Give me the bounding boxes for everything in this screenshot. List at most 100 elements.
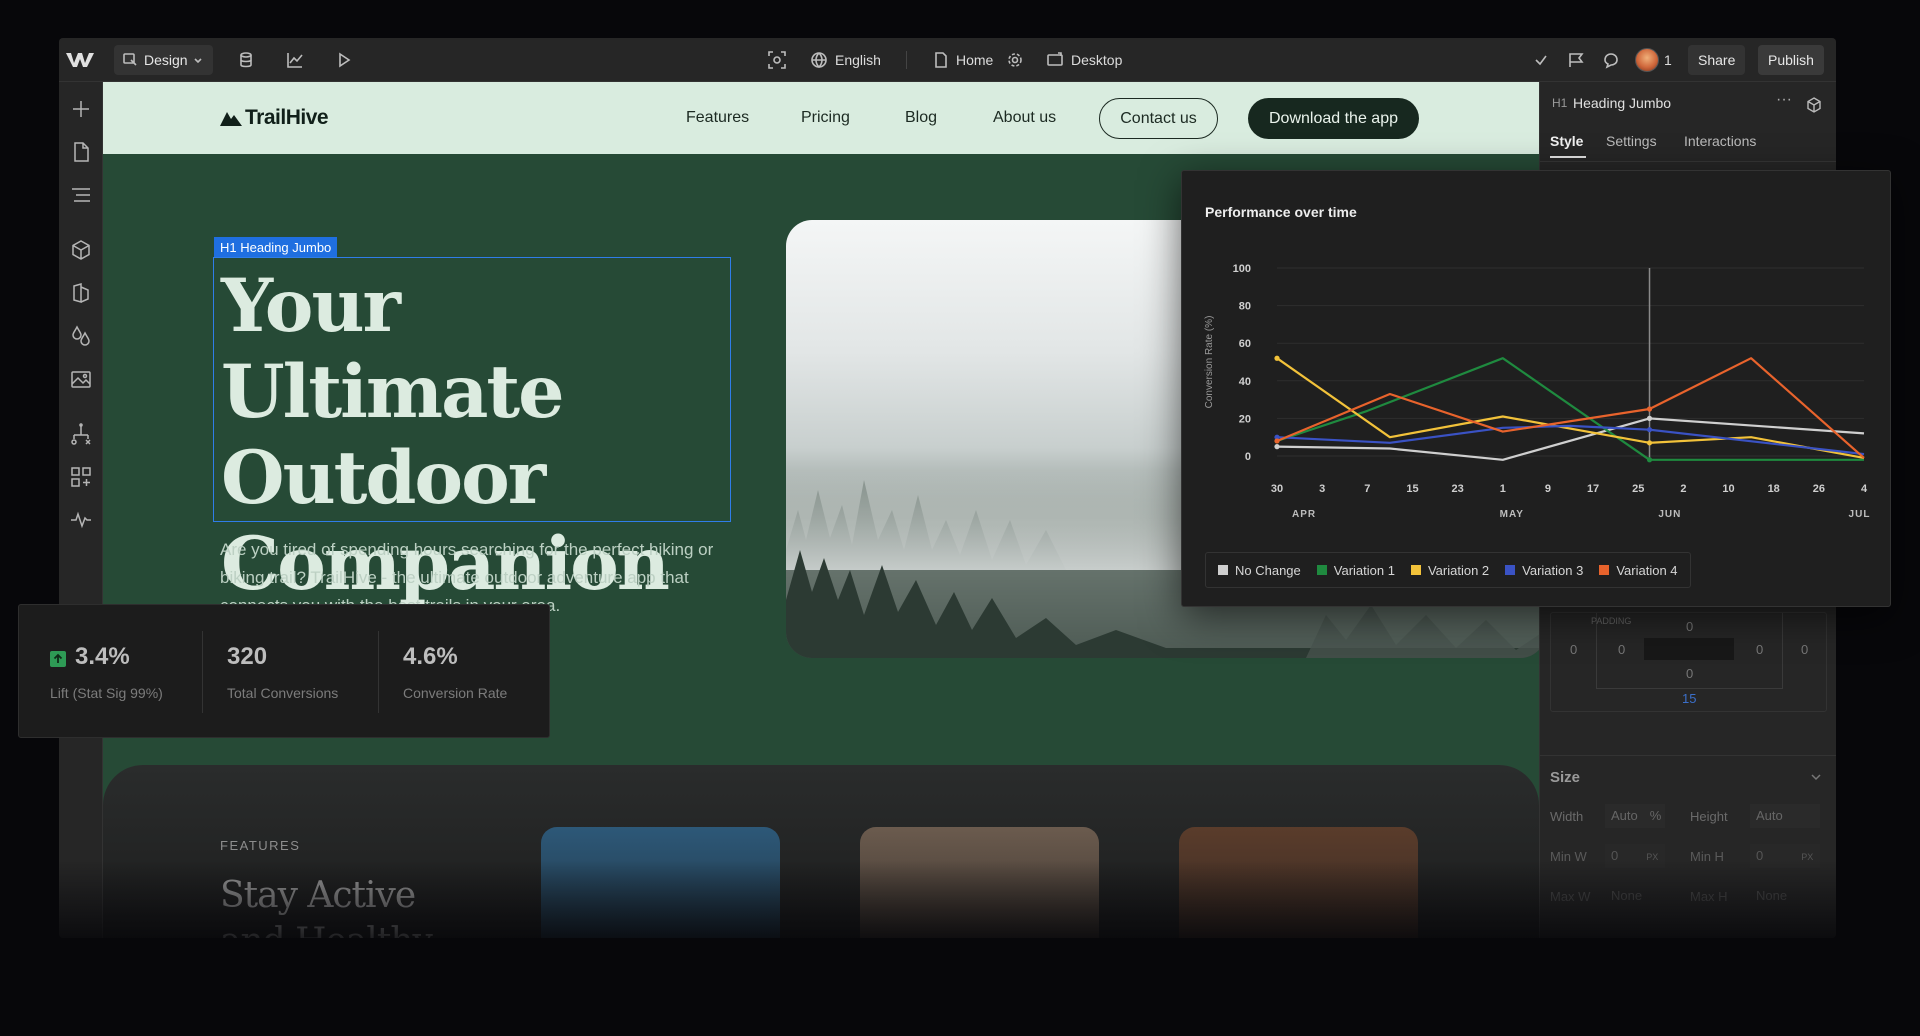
style-selectors-button[interactable] — [69, 281, 93, 305]
margin-bottom-value[interactable]: 15 — [1682, 691, 1696, 706]
legend-item[interactable]: Variation 1 — [1316, 563, 1395, 578]
breakpoint-switcher[interactable]: Desktop — [1046, 38, 1122, 82]
x-tick-label: 2 — [1680, 483, 1686, 495]
site-navbar[interactable]: TrailHive Features Pricing Blog About us… — [103, 82, 1539, 154]
mountain-logo-icon — [220, 112, 242, 126]
data-point — [1646, 440, 1653, 446]
legend-item[interactable]: No Change — [1218, 563, 1301, 578]
locale-label: English — [835, 52, 881, 68]
feature-card-image[interactable] — [541, 827, 780, 938]
width-unit: % — [1649, 808, 1662, 823]
publish-status-button[interactable] — [1533, 38, 1549, 82]
data-point — [1274, 438, 1280, 444]
flag-comment-icon — [1569, 53, 1584, 67]
flow-icon — [71, 423, 91, 445]
margin-right-value[interactable]: 0 — [1801, 642, 1808, 657]
assets-button[interactable] — [69, 367, 93, 391]
audit-button[interactable] — [69, 508, 93, 532]
components-button[interactable] — [69, 238, 93, 262]
series-line-no-change — [1276, 417, 1865, 461]
data-point — [1274, 355, 1280, 361]
tab-style[interactable]: Style — [1550, 133, 1583, 149]
height-label: Height — [1690, 809, 1728, 824]
image-icon — [71, 371, 91, 388]
minw-value: 0 — [1611, 848, 1619, 863]
analytics-button[interactable] — [286, 38, 304, 82]
spacing-box[interactable]: PADDING 0 0 0 0 0 0 15 — [1550, 612, 1827, 712]
chart-line-icon — [287, 53, 303, 68]
publish-button[interactable]: Publish — [1758, 45, 1824, 75]
padding-left-value[interactable]: 0 — [1618, 642, 1625, 657]
design-mode-button[interactable]: Design — [114, 45, 213, 75]
feature-card-image[interactable] — [860, 827, 1099, 938]
screenshot-button[interactable] — [767, 38, 787, 82]
component-icon[interactable] — [1806, 97, 1822, 118]
minw-input[interactable]: 0 PX — [1605, 844, 1665, 868]
stat-lift-value: 3.4% — [75, 643, 130, 670]
legend-item[interactable]: Variation 2 — [1410, 563, 1489, 578]
apps-button[interactable] — [69, 465, 93, 489]
maxw-input[interactable]: None — [1605, 884, 1665, 908]
cms-button[interactable] — [237, 38, 255, 82]
tab-interactions[interactable]: Interactions — [1684, 133, 1756, 149]
nav-link-about[interactable]: About us — [993, 82, 1056, 154]
legend-swatch — [1505, 565, 1516, 575]
y-axis-label: Conversion Rate (%) — [1204, 316, 1215, 409]
x-tick-label: 17 — [1587, 483, 1599, 495]
chevron-down-icon[interactable] — [1810, 770, 1822, 788]
width-input[interactable]: Auto% — [1605, 804, 1665, 828]
breakpoint-label: Desktop — [1071, 52, 1123, 68]
nav-link-features[interactable]: Features — [686, 82, 749, 154]
minh-input[interactable]: 0 PX — [1750, 844, 1820, 868]
locale-switcher[interactable]: English — [810, 38, 881, 82]
add-elements-button[interactable] — [69, 97, 93, 121]
padding-right-value[interactable]: 0 — [1756, 642, 1763, 657]
performance-line-chart[interactable]: 0 20 40 60 80 100 Conversion Rate (%) 30 3 7 15 23 1… — [1182, 171, 1890, 608]
webflow-logo[interactable] — [65, 38, 95, 82]
legend-item[interactable]: Variation 3 — [1505, 563, 1583, 578]
maxh-input[interactable]: None — [1750, 884, 1820, 908]
data-point — [1646, 406, 1653, 412]
site-logo[interactable]: TrailHive — [219, 82, 329, 154]
collaborators-count: 1 — [1664, 52, 1672, 68]
minh-value: 0 — [1756, 848, 1764, 863]
contact-button[interactable]: Contact us — [1099, 98, 1218, 139]
logic-button[interactable] — [69, 422, 93, 446]
x-tick-label: 30 — [1271, 483, 1283, 495]
navigator-button[interactable] — [69, 183, 93, 207]
padding-top-value[interactable]: 0 — [1686, 619, 1693, 634]
pages-button[interactable] — [69, 140, 93, 164]
more-options-icon[interactable]: ··· — [1776, 91, 1792, 109]
size-section-title[interactable]: Size — [1550, 769, 1580, 786]
download-app-button[interactable]: Download the app — [1248, 98, 1419, 139]
collaborators[interactable]: 1 — [1635, 38, 1672, 82]
x-tick-label: 4 — [1861, 483, 1868, 495]
chevron-down-icon — [194, 58, 202, 64]
variables-button[interactable] — [69, 324, 93, 348]
page-switcher[interactable]: Home — [933, 38, 993, 82]
y-tick-label: 20 — [1239, 413, 1251, 425]
preview-button[interactable] — [336, 38, 352, 82]
chat-button[interactable] — [1602, 38, 1620, 82]
x-month-label: APR — [1292, 509, 1316, 520]
legend-item[interactable]: Variation 4 — [1599, 563, 1678, 578]
share-label: Share — [1698, 52, 1736, 68]
feature-card-image[interactable] — [1179, 827, 1418, 938]
height-input[interactable]: Auto — [1750, 804, 1820, 828]
legend-label: Variation 3 — [1522, 562, 1584, 578]
features-section[interactable]: FEATURES Stay Active and Healthy — [103, 765, 1539, 938]
minh-label: Min H — [1690, 849, 1724, 864]
page-settings-button[interactable] — [1007, 38, 1023, 82]
x-tick-label: 23 — [1451, 483, 1463, 495]
nav-link-blog[interactable]: Blog — [905, 82, 937, 154]
nav-link-pricing[interactable]: Pricing — [801, 82, 850, 154]
padding-bottom-value[interactable]: 0 — [1686, 666, 1693, 681]
navigator-icon — [72, 188, 90, 202]
comments-toggle[interactable] — [1567, 38, 1585, 82]
page-label: Home — [956, 52, 994, 68]
margin-left-value[interactable]: 0 — [1570, 642, 1577, 657]
data-point — [1646, 457, 1653, 463]
share-button[interactable]: Share — [1688, 45, 1746, 75]
chat-bubble-icon — [1604, 53, 1618, 69]
tab-settings[interactable]: Settings — [1606, 133, 1657, 149]
